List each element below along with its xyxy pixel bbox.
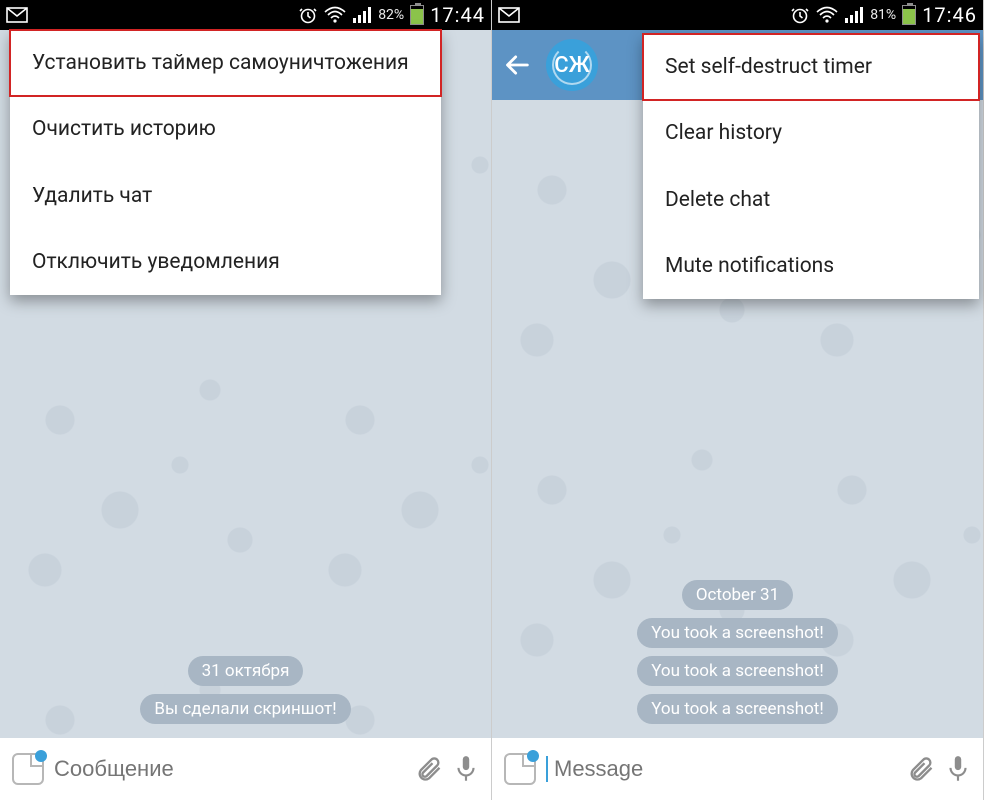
sticker-icon[interactable]	[12, 753, 44, 785]
menu-clear-history[interactable]: Clear history	[643, 100, 979, 166]
menu-clear-history[interactable]: Очистить историю	[10, 96, 441, 162]
system-message-pill: Вы сделали скриншот!	[140, 694, 350, 724]
mail-icon	[498, 7, 520, 23]
menu-set-self-destruct[interactable]: Set self-destruct timer	[643, 34, 979, 100]
status-clock: 17:46	[922, 3, 977, 27]
status-clock: 17:44	[430, 3, 485, 27]
battery-icon	[410, 5, 424, 25]
message-input[interactable]	[54, 756, 405, 782]
attach-icon[interactable]	[907, 755, 935, 783]
menu-delete-chat[interactable]: Удалить чат	[10, 163, 441, 229]
status-bar: 81% 17:46	[492, 0, 983, 30]
mic-icon[interactable]	[945, 754, 971, 784]
alarm-icon	[790, 5, 810, 25]
phone-right: 81% 17:46 СЖ Set self-destruct timer Cle…	[492, 0, 984, 800]
attach-icon[interactable]	[415, 755, 443, 783]
options-menu: Set self-destruct timer Clear history De…	[643, 34, 979, 299]
wifi-icon	[816, 6, 838, 24]
status-bar: 82% 17:44	[0, 0, 491, 30]
sticker-icon[interactable]	[504, 753, 536, 785]
mic-icon[interactable]	[453, 754, 479, 784]
signal-icon	[844, 6, 864, 24]
message-input-bar	[0, 738, 491, 800]
menu-set-self-destruct[interactable]: Установить таймер самоуничтожения	[10, 30, 441, 96]
menu-delete-chat[interactable]: Delete chat	[643, 167, 979, 233]
mail-icon	[6, 7, 28, 23]
system-message-pill: You took a screenshot!	[637, 656, 838, 686]
signal-icon	[352, 6, 372, 24]
wifi-icon	[324, 6, 346, 24]
battery-percent: 82%	[378, 7, 404, 23]
battery-icon	[902, 5, 916, 25]
system-message-pill: You took a screenshot!	[637, 694, 838, 724]
message-input[interactable]	[546, 756, 897, 782]
battery-percent: 81%	[870, 7, 896, 23]
menu-mute-notifications[interactable]: Mute notifications	[643, 233, 979, 299]
back-icon[interactable]	[504, 51, 532, 79]
avatar[interactable]: СЖ	[546, 39, 598, 91]
options-menu: Установить таймер самоуничтожения Очисти…	[10, 30, 441, 295]
system-message-pill: You took a screenshot!	[637, 618, 838, 648]
date-pill: 31 октября	[188, 656, 304, 686]
menu-mute-notifications[interactable]: Отключить уведомления	[10, 229, 441, 295]
alarm-icon	[298, 5, 318, 25]
date-pill: October 31	[682, 580, 793, 610]
phone-left: 82% 17:44 Установить таймер самоуничтоже…	[0, 0, 492, 800]
message-input-bar	[492, 738, 983, 800]
